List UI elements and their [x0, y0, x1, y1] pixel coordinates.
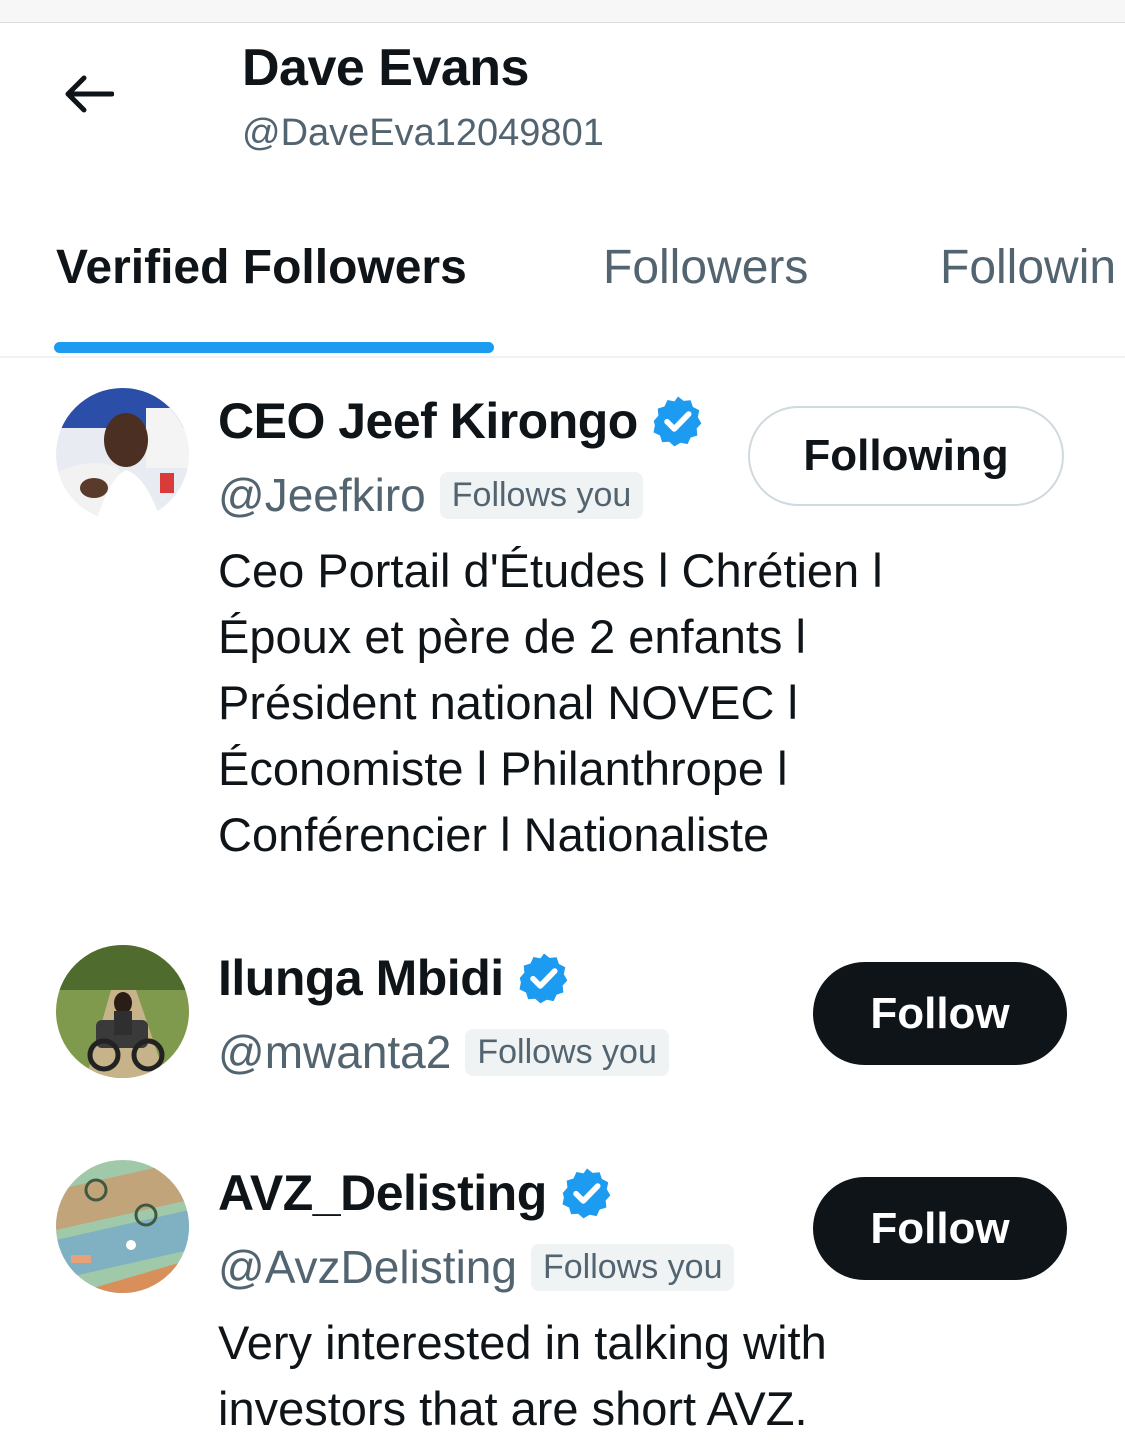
verified-badge-icon [519, 953, 567, 1004]
account-name[interactable]: CEO Jeef Kirongo [218, 392, 638, 450]
bio-line: investors that are short AVZ. [218, 1382, 808, 1435]
bio-line: Président national NOVEC l [218, 676, 798, 729]
account-handle-line: @mwanta2 Follows you [218, 1025, 669, 1079]
active-tab-indicator [54, 342, 494, 353]
follow-button[interactable]: Follow [813, 962, 1067, 1065]
account-handle-line: @Jeefkiro Follows you [218, 468, 644, 522]
status-strip [0, 0, 1125, 23]
bio-line: Very interested in talking with [218, 1316, 827, 1369]
account-bio: Very interested in talking with investor… [218, 1310, 1058, 1442]
tab-following[interactable]: Followin [940, 240, 1116, 295]
page-title: Dave Evans [242, 39, 529, 97]
following-button[interactable]: Following [748, 406, 1064, 506]
account-handle-line: @AvzDelisting Follows you [218, 1240, 735, 1294]
profile-handle: @DaveEva12049801 [242, 112, 604, 154]
tab-followers[interactable]: Followers [603, 240, 808, 295]
follows-you-badge: Follows you [439, 471, 644, 519]
avatar[interactable] [56, 388, 189, 521]
account-name-line: AVZ_Delisting [218, 1164, 615, 1222]
account-name[interactable]: AVZ_Delisting [218, 1164, 547, 1222]
account-name-line: Ilunga Mbidi [218, 949, 572, 1007]
follows-you-badge: Follows you [530, 1243, 735, 1291]
bio-line: Époux et père de 2 enfants l [218, 610, 806, 663]
tab-verified-followers[interactable]: Verified Followers [56, 240, 467, 295]
avatar[interactable] [56, 945, 189, 1078]
verified-badge-icon [562, 1168, 611, 1219]
back-button[interactable] [58, 66, 118, 122]
account-handle[interactable]: @Jeefkiro [218, 468, 426, 522]
bio-line: Ceo Portail d'Études l Chrétien l [218, 544, 883, 597]
tab-bar: Verified Followers Followers Followin [0, 220, 1125, 358]
bio-line: Économiste l Philanthrope l [218, 742, 788, 795]
follows-you-badge: Follows you [465, 1028, 669, 1076]
avatar[interactable] [56, 1160, 189, 1293]
account-bio: Ceo Portail d'Études l Chrétien l Époux … [218, 538, 1058, 868]
bio-line: Conférencier l Nationaliste [218, 808, 770, 861]
account-name[interactable]: Ilunga Mbidi [218, 949, 504, 1007]
verified-badge-icon [653, 396, 702, 447]
account-handle[interactable]: @mwanta2 [218, 1025, 451, 1079]
account-name-line: CEO Jeef Kirongo [218, 392, 706, 450]
arrow-left-icon [65, 75, 114, 113]
follow-button[interactable]: Follow [813, 1177, 1067, 1280]
account-handle[interactable]: @AvzDelisting [218, 1240, 517, 1294]
